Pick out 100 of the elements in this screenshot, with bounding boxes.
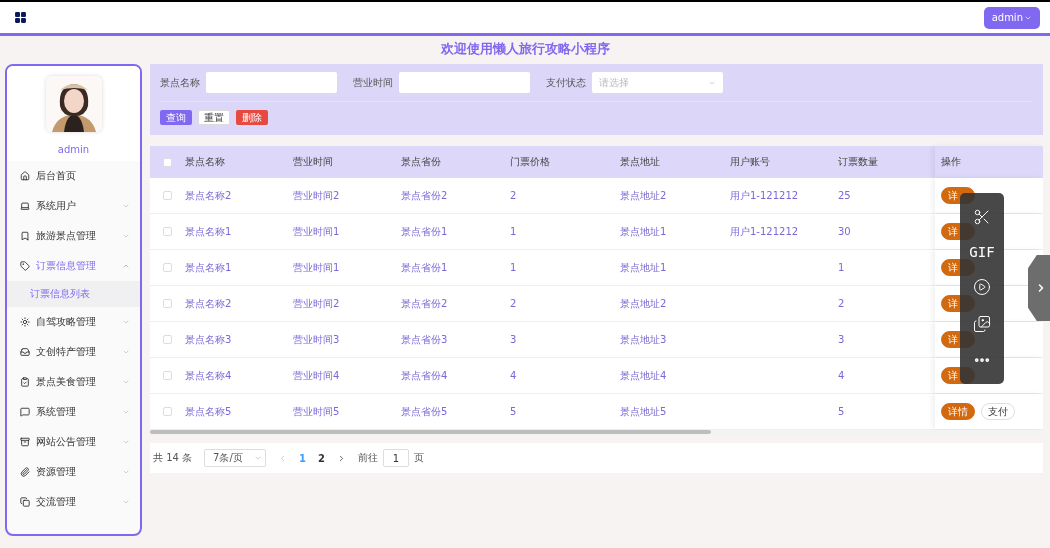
page-input[interactable]: 1 xyxy=(383,449,410,467)
chevron-down-icon xyxy=(122,232,130,240)
bookmark-icon xyxy=(20,231,30,241)
sidebar-item[interactable]: 文创特产管理 xyxy=(7,337,140,367)
table-cell-text: 景点地址1 xyxy=(620,260,668,275)
table-cell-text: 景点名称3 xyxy=(185,332,233,347)
play-icon[interactable] xyxy=(973,278,991,297)
sidebar-item[interactable]: 自驾攻略管理 xyxy=(7,307,140,337)
table-cell-text: 营业时间2 xyxy=(293,296,341,311)
table-cell-text: 景点省份2 xyxy=(401,296,449,311)
action-button[interactable]: 删除 xyxy=(236,110,268,125)
table-cell-text: 景点地址3 xyxy=(620,332,668,347)
table-cell-text: 景点地址4 xyxy=(620,368,668,383)
checkbox[interactable] xyxy=(163,157,172,167)
home-icon xyxy=(20,171,30,181)
tag-icon xyxy=(20,261,30,271)
sidebar-item[interactable]: 旅游景点管理 xyxy=(7,221,140,251)
table-cell-text: 4 xyxy=(838,370,846,381)
checkbox[interactable] xyxy=(163,227,172,236)
chevron-down-icon xyxy=(122,438,130,446)
chevron-down-icon xyxy=(122,468,130,476)
table-cell-text: 5 xyxy=(838,406,846,417)
table-cell-text: 景点名称5 xyxy=(185,404,233,419)
scrollbar-thumb[interactable] xyxy=(150,430,711,434)
table-cell-text: 景点名称1 xyxy=(185,224,233,239)
table-cell-text: 景点省份2 xyxy=(401,188,449,203)
table-cell-text: 1 xyxy=(510,226,518,237)
table-cell-text: 景点地址1 xyxy=(620,224,668,239)
action-button[interactable]: 查询 xyxy=(160,110,192,125)
table-cell-text: 1 xyxy=(838,262,846,273)
column-header: 景点地址 xyxy=(620,155,661,169)
table-cell-text: 营业时间2 xyxy=(293,188,341,203)
column-header: 景点省份 xyxy=(401,155,442,169)
checkbox[interactable] xyxy=(163,407,172,416)
chevron-down-icon xyxy=(122,378,130,386)
page-number[interactable]: 2 xyxy=(318,452,326,464)
sidebar-item[interactable]: 交流管理 xyxy=(7,487,140,517)
table-cell-text: 景点省份4 xyxy=(401,368,449,383)
side-tab[interactable] xyxy=(1028,255,1050,321)
sidebar-subitem[interactable]: 订票信息列表 xyxy=(7,281,140,307)
table-cell-text: 营业时间4 xyxy=(293,368,341,383)
field-label: 景点名称 xyxy=(160,75,200,90)
table-cell-text: 景点名称2 xyxy=(185,188,233,203)
laptop-icon xyxy=(20,201,30,211)
gif-button[interactable]: GIF xyxy=(969,244,995,261)
sidebar-item[interactable]: 资源管理 xyxy=(7,457,140,487)
table-cell-text: 景点名称1 xyxy=(185,260,233,275)
column-header: 景点名称 xyxy=(185,155,226,169)
sidebar-item[interactable]: 订票信息管理 xyxy=(7,251,140,281)
checkbox[interactable] xyxy=(163,335,172,344)
checkbox[interactable] xyxy=(163,263,172,272)
chevron-down-icon xyxy=(122,318,130,326)
goto-label: 前往 xyxy=(358,451,379,465)
input-field[interactable] xyxy=(399,72,530,93)
table-cell-text: 2 xyxy=(838,298,846,309)
checkbox[interactable] xyxy=(163,371,172,380)
table-cell-text: 营业时间1 xyxy=(293,224,341,239)
page-title: 欢迎使用懒人旅行攻略小程序 xyxy=(439,40,611,58)
table-cell-text: 景点名称4 xyxy=(185,368,233,383)
input-field[interactable] xyxy=(206,72,337,93)
chevron-up-icon xyxy=(122,262,130,270)
table-cell-text: 25 xyxy=(838,190,852,201)
table-cell-text: 景点地址2 xyxy=(620,188,668,203)
scissors-icon[interactable] xyxy=(973,208,991,227)
column-header: 订票数量 xyxy=(838,155,879,169)
sidebar-item[interactable]: 网站公告管理 xyxy=(7,427,140,457)
sidebar-item[interactable]: 系统管理 xyxy=(7,397,140,427)
checkbox[interactable] xyxy=(163,299,172,308)
table-cell-text: 景点省份1 xyxy=(401,260,449,275)
details-button[interactable]: 详情 xyxy=(941,403,975,420)
column-header: 门票价格 xyxy=(510,155,551,169)
user-menu-button[interactable]: admin xyxy=(983,6,1040,29)
images-icon[interactable] xyxy=(973,314,991,333)
page-size-select[interactable]: 7条/页 xyxy=(204,449,267,467)
sidebar-item[interactable]: 景点美食管理 xyxy=(7,367,140,397)
table-cell-text: 4 xyxy=(510,370,518,381)
chevron-down-icon xyxy=(122,348,130,356)
checkbox[interactable] xyxy=(163,191,172,200)
table-cell-text: 景点省份3 xyxy=(401,332,449,347)
table-cell-text: 2 xyxy=(510,190,518,201)
chevron-down-icon xyxy=(122,498,130,506)
column-header: 操作 xyxy=(935,146,1043,178)
page-suffix: 页 xyxy=(414,451,425,465)
table-cell-text: 景点名称2 xyxy=(185,296,233,311)
action-button[interactable]: 重置 xyxy=(198,110,230,125)
table-cell-text: 营业时间5 xyxy=(293,404,341,419)
table-cell-text: 景点省份1 xyxy=(401,224,449,239)
table-cell-text: 景点地址2 xyxy=(620,296,668,311)
column-header: 用户账号 xyxy=(730,155,771,169)
clipboard-icon xyxy=(20,377,30,387)
menu-icon[interactable] xyxy=(14,11,27,24)
inbox-icon xyxy=(20,347,30,357)
sun-icon xyxy=(20,317,30,327)
pay-button[interactable]: 支付 xyxy=(981,403,1015,420)
table-cell-text: 3 xyxy=(510,334,518,345)
message-icon xyxy=(20,407,30,417)
table-cell-text: 用户1-121212 xyxy=(730,188,800,203)
sidebar-item[interactable]: 后台首页 xyxy=(7,161,140,191)
sidebar-item[interactable]: 系统用户 xyxy=(7,191,140,221)
field-label: 支付状态 xyxy=(546,75,586,90)
